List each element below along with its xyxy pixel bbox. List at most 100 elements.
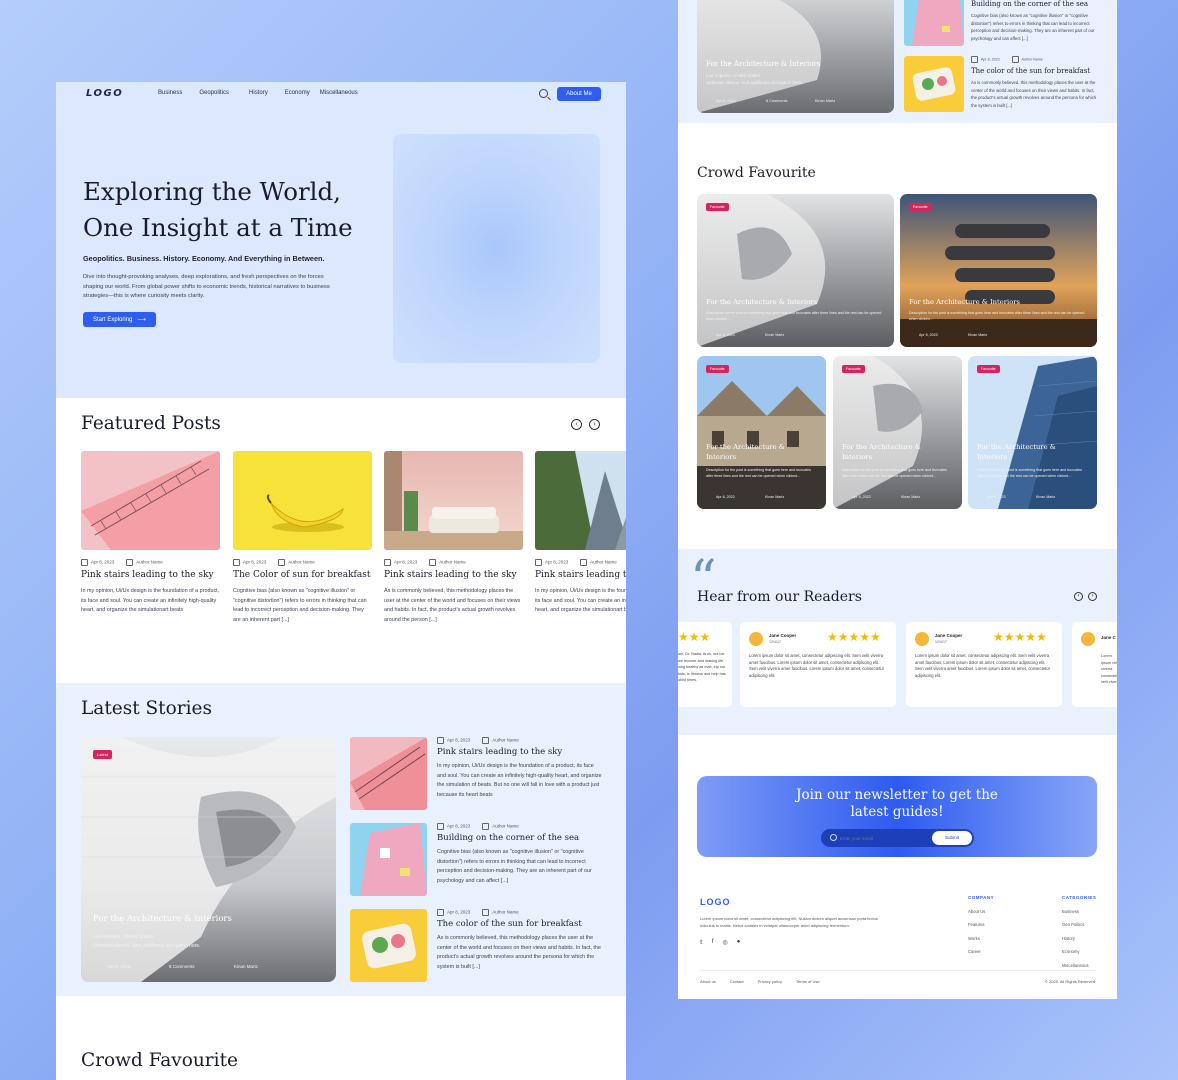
card-title[interactable]: Pink stairs leading to the sky	[81, 570, 220, 580]
footer-link-history[interactable]: History	[1062, 932, 1096, 946]
story-date: Apr 8, 2023	[437, 823, 470, 830]
search-icon[interactable]	[539, 89, 548, 98]
rating-stars-icon: ★★★	[678, 630, 711, 644]
crowd-card-desc: Description for the post is something th…	[706, 311, 882, 321]
instagram-icon[interactable]: ◎	[722, 939, 727, 946]
start-exploring-label: Start Exploring	[93, 316, 133, 323]
feature-desc: Unknown device. And additional discripti…	[93, 943, 201, 949]
email-input[interactable]	[840, 832, 928, 844]
breakfast-image	[904, 56, 964, 112]
start-exploring-button[interactable]: Start Exploring ⟶	[83, 312, 156, 327]
crowd-card[interactable]: Favourite For the Architecture & Interio…	[900, 194, 1097, 347]
footer-link-geopolitics[interactable]: Geo Politics	[1062, 918, 1096, 932]
footer-categories: CATEGORIES Business Geo Politics History…	[1062, 891, 1096, 972]
review-card-partial[interactable]: ★★★ uni, Dr. Nadia, Aron, ma ive we reco…	[678, 622, 732, 707]
story-thumb	[904, 56, 964, 112]
story-date: Apr 8, 2023	[437, 737, 470, 744]
story-text: Cognitive bias (also known as "cognitive…	[437, 849, 592, 884]
hero-image	[393, 134, 600, 363]
story-meta: Apr 8, 2023 Author Name	[971, 56, 1101, 63]
card-text: In my opinion, Ui/Ux design is the found…	[535, 588, 626, 613]
featured-card[interactable]: Apr 8, 2023 Author Name Pink stairs leadi…	[535, 451, 626, 616]
github-icon[interactable]: ●	[737, 939, 741, 946]
card-meta: Apr 8, 2023 Author Name	[384, 559, 523, 566]
feature-comments[interactable]: 8 Comments	[169, 963, 195, 971]
footer-bottom-terms[interactable]: Terms of Use	[796, 979, 820, 984]
readers-prev-arrow-icon[interactable]: ‹	[1074, 592, 1083, 601]
feature-comments[interactable]: 8 Comments	[766, 97, 788, 105]
social-icons: 𝕥 f ◎ ●	[700, 939, 740, 946]
nav-link-history[interactable]: History	[249, 90, 268, 96]
story-thumb	[350, 909, 427, 982]
story-title[interactable]: The color of the sun for breakfast	[971, 67, 1101, 75]
card-author: Author Name	[429, 559, 466, 566]
story-title[interactable]: Building on the corner of the sea	[971, 0, 1101, 8]
crowd-card-author: Kinan Martz	[765, 495, 785, 499]
logo[interactable]: LOGO	[86, 88, 123, 99]
nav-link-economy[interactable]: Economy	[285, 90, 310, 96]
copyright: © 2025. All Rights Reserved	[1044, 979, 1095, 984]
featured-next-arrow-icon[interactable]: ›	[589, 419, 600, 430]
review-card-partial[interactable]: Jane C Lorem ipsum velit viverra consect…	[1072, 622, 1117, 707]
story-body: Apr 8, 2023 Author Name The color of the …	[971, 56, 1101, 109]
crowd-card[interactable]: Favourite For the Architecture & Interio…	[697, 194, 894, 347]
card-title[interactable]: Pink stairs leading to the sky	[384, 570, 523, 580]
feature-location: Los Angeles, United States	[706, 73, 761, 78]
footer-link-about[interactable]: About Us	[968, 905, 994, 919]
story-item[interactable]: Apr 8, 2023 Author Name The color of the …	[350, 909, 603, 989]
nav-link-business[interactable]: Business	[158, 90, 182, 96]
card-title[interactable]: Pink stairs leading to the sky	[535, 570, 626, 580]
card-title[interactable]: The Color of sun for breakfast	[233, 570, 372, 580]
feature-desc: Unknown device. And additional discripti…	[706, 80, 803, 85]
nav-link-miscellaneous[interactable]: Miscellaneous	[320, 90, 358, 96]
featured-prev-arrow-icon[interactable]: ‹	[571, 419, 582, 430]
footer-bottom-contact[interactable]: Contact	[730, 979, 744, 984]
footer-link-features[interactable]: Features	[968, 918, 994, 932]
featured-card[interactable]: Apr 8, 2023 Author Name Pink stairs leadi…	[81, 451, 220, 616]
crowd-card[interactable]: Favourite For the Architecture & Interio…	[968, 356, 1097, 509]
house-image	[697, 356, 826, 509]
story-title[interactable]: Building on the corner of the sea	[437, 833, 603, 843]
footer-divider	[700, 970, 1096, 971]
footer-link-economy[interactable]: Economy	[1062, 945, 1096, 959]
story-title[interactable]: Pink stairs leading to the sky	[437, 747, 603, 757]
readers-next-arrow-icon[interactable]: ›	[1088, 592, 1097, 601]
rating-stars-icon: ★★★★★	[827, 630, 881, 644]
favourite-badge: Favourite	[706, 203, 729, 211]
latest-title: Latest Stories	[81, 698, 212, 719]
featured-card[interactable]: Apr 8, 2023 Author Name The Color of sun …	[233, 451, 372, 625]
nav-link-geopolitics[interactable]: Geopolitics	[199, 90, 229, 96]
footer-logo[interactable]: LOGO	[700, 897, 731, 907]
footer-bottom-about[interactable]: About us	[700, 979, 716, 984]
review-card[interactable]: Jane Cooper 12/4/17 ★★★★★ Lorem ipsum do…	[906, 622, 1062, 707]
latest-feature-card[interactable]: For the Architecture & Interiors Los Ang…	[697, 0, 894, 113]
breakfast-image	[350, 909, 427, 982]
feature-date: Apr 8, 2023	[107, 964, 131, 969]
submit-button[interactable]: Submit	[932, 831, 972, 845]
story-item[interactable]: Apr 8, 2023 Author Name Building on the c…	[350, 823, 600, 903]
footer-link-career[interactable]: Career	[968, 945, 994, 959]
facebook-icon[interactable]: f	[712, 939, 714, 946]
footer-link-works[interactable]: Works	[968, 932, 994, 946]
latest-feature-card[interactable]: Latest For the Architecture & Interiors …	[81, 737, 336, 982]
footer-company-title: COMPANY	[968, 895, 995, 900]
featured-card-image	[535, 451, 626, 550]
landing-page-right: For the Architecture & Interiors Los Ang…	[678, 0, 1117, 999]
feature-location: Los Angeles, United States	[93, 934, 154, 940]
story-item[interactable]: Apr 8, 2023 Author Name Pink stairs leadi…	[350, 737, 603, 817]
pink-building-image	[904, 0, 964, 46]
about-me-button[interactable]: About Me	[557, 87, 601, 101]
crowd-card[interactable]: Favourite For the Architecture & Interio…	[833, 356, 962, 509]
story-title[interactable]: The color of the sun for breakfast	[437, 919, 603, 929]
feature-author: Kinan Martz	[234, 964, 259, 969]
footer-bottom-privacy[interactable]: Privacy policy	[758, 979, 782, 984]
glass-tower-image	[968, 356, 1097, 509]
crowd-card-title: For the Architecture & Interiors	[706, 443, 785, 461]
twitter-icon[interactable]: 𝕥	[700, 939, 703, 946]
featured-card[interactable]: Apr 8, 2023 Author Name Pink stairs leadi…	[384, 451, 523, 625]
crowd-card[interactable]: Favourite For the Architecture & Interio…	[697, 356, 826, 509]
favourite-badge: Favourite	[977, 365, 1000, 373]
footer-link-business[interactable]: Business	[1062, 905, 1096, 919]
feature-author: Kinan Martz	[815, 99, 836, 103]
review-card[interactable]: Jane Cooper 12/4/17 ★★★★★ Lorem ipsum do…	[740, 622, 896, 707]
